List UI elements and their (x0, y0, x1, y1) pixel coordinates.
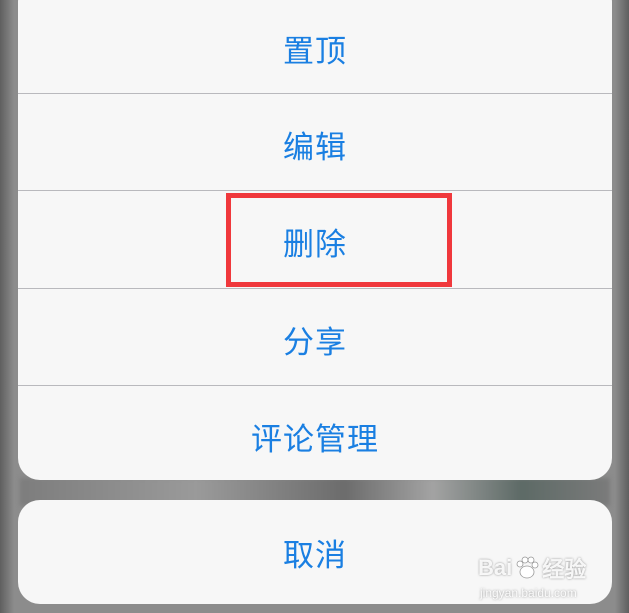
cancel-label: 取消 (283, 537, 347, 574)
watermark-brand-a: Bai (478, 555, 513, 580)
comment-management-label: 评论管理 (251, 422, 379, 458)
paw-icon (516, 556, 539, 579)
divider (18, 190, 612, 191)
pin-to-top-label: 置顶 (283, 34, 347, 70)
edit-label: 编辑 (283, 130, 347, 166)
divider (18, 93, 612, 94)
highlight-box (226, 193, 452, 287)
divider (18, 288, 612, 289)
share-button[interactable]: 分享 (18, 291, 612, 388)
watermark-url: jingyan.baidu.com (480, 586, 577, 600)
watermark-logo: Bai 经验 (478, 548, 623, 588)
edit-button[interactable]: 编辑 (18, 96, 612, 193)
watermark-brand-b: 经验 (542, 557, 587, 582)
share-label: 分享 (283, 325, 347, 361)
comment-management-button[interactable]: 评论管理 (18, 388, 612, 480)
divider (18, 385, 612, 386)
pin-to-top-button[interactable]: 置顶 (18, 0, 612, 97)
